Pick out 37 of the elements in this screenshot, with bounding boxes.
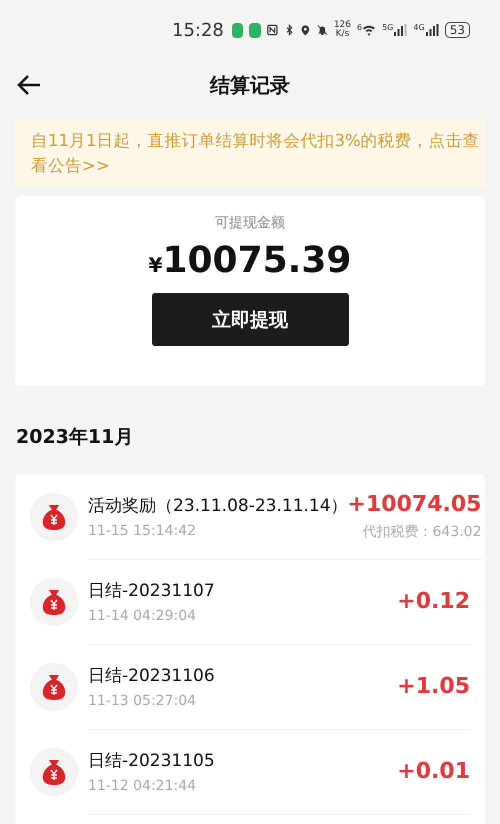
money-bag-icon xyxy=(30,662,78,710)
tax-deduction: 代扣税费：643.02 xyxy=(362,522,482,540)
wifi-icon xyxy=(362,23,376,37)
record-title: 日结-20231107 xyxy=(88,580,216,602)
record-amount: +10074.05 xyxy=(348,492,482,516)
speed-unit: K/s xyxy=(336,30,350,39)
network-label: 5G xyxy=(382,23,394,32)
record-title: 日结-20231106 xyxy=(88,664,216,686)
location-icon xyxy=(300,23,312,37)
withdraw-button[interactable]: 立即提现 xyxy=(152,293,348,346)
money-bag-icon xyxy=(30,492,78,540)
balance-label: 可提现金额 xyxy=(215,214,285,232)
signal-icon xyxy=(393,23,408,37)
muted-bell-icon xyxy=(317,23,328,37)
money-bag-icon xyxy=(30,578,78,626)
network-label: 4G xyxy=(413,23,425,32)
record-amount: +0.12 xyxy=(397,588,470,614)
page-title: 结算记录 xyxy=(210,72,290,98)
record-time: 11-14 04:29:04 xyxy=(88,608,198,624)
network-speed: 126 xyxy=(334,21,351,30)
record-time: 11-12 04:21:44 xyxy=(88,778,198,794)
wifi-label: 6 xyxy=(357,23,362,32)
month-heading: 2023年11月 xyxy=(15,425,134,450)
balance-amount: 10075.39 xyxy=(162,240,352,281)
signal-icon xyxy=(424,23,439,37)
money-bag-icon xyxy=(30,748,78,796)
record-amount: +0.01 xyxy=(397,758,470,784)
status-time: 15:28 xyxy=(172,20,224,40)
nfc-icon xyxy=(266,23,278,37)
currency-symbol: ¥ xyxy=(148,253,162,277)
record-title: 日结-20231105 xyxy=(88,750,216,772)
battery-level: 53 xyxy=(444,22,470,38)
record-title: 活动奖励（23.11.08-23.11.14） xyxy=(88,494,348,516)
record-time: 11-13 05:27:04 xyxy=(88,692,198,708)
record-time: 11-15 15:14:42 xyxy=(88,522,198,538)
record-amount: +1.05 xyxy=(397,674,470,698)
back-arrow-icon[interactable] xyxy=(16,73,42,97)
